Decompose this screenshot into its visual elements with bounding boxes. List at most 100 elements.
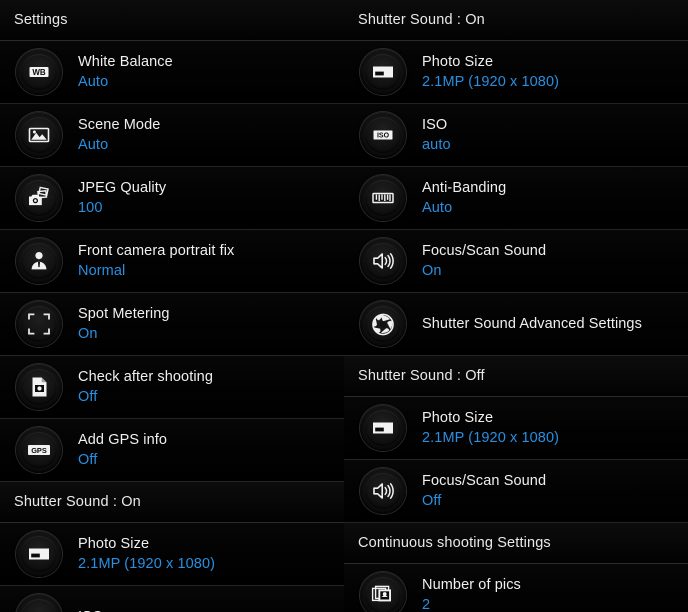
setting-text: Photo Size 2.1MP (1920 x 1080)	[422, 53, 559, 92]
setting-text: Number of pics 2	[422, 576, 521, 612]
icon-knob	[16, 238, 62, 284]
section-settings: Settings	[0, 0, 344, 41]
spot-metering-icon	[26, 311, 52, 337]
icon-knob: WB	[16, 49, 62, 95]
setting-text: Add GPS info Off	[78, 431, 167, 470]
gps-icon: GPS	[26, 437, 52, 463]
setting-row[interactable]: ISO ISO auto	[344, 104, 688, 167]
setting-label: JPEG Quality	[78, 179, 167, 196]
setting-value: On	[78, 325, 98, 342]
setting-label: Scene Mode	[78, 116, 161, 133]
portrait-person-icon	[26, 248, 52, 274]
setting-label: Spot Metering	[78, 305, 170, 322]
setting-row[interactable]: Focus/Scan Sound On	[344, 230, 688, 293]
white-balance-icon: WB	[26, 59, 52, 85]
setting-value: On	[422, 262, 442, 279]
setting-row[interactable]: JPEG Quality 100	[0, 167, 344, 230]
setting-text: Check after shooting Off	[78, 368, 213, 407]
setting-row[interactable]: Spot Metering On	[0, 293, 344, 356]
speaker-icon	[370, 248, 396, 274]
setting-row[interactable]: Shutter Sound Advanced Settings	[344, 293, 688, 356]
setting-value: Off	[422, 492, 442, 509]
number-of-pics-icon	[370, 582, 396, 608]
setting-icon-wrap	[344, 41, 422, 104]
icon-knob	[360, 238, 406, 284]
setting-row[interactable]: Front camera portrait fix Normal	[0, 230, 344, 293]
section-header-label: Settings	[14, 12, 68, 28]
setting-icon-wrap	[0, 167, 78, 230]
setting-icon-wrap	[344, 564, 422, 612]
setting-row[interactable]: Anti-Banding Auto	[344, 167, 688, 230]
setting-icon-wrap	[344, 397, 422, 460]
setting-row[interactable]: WB White Balance Auto	[0, 41, 344, 104]
icon-knob: GPS	[16, 427, 62, 473]
settings-column-right[interactable]: Shutter Sound : On Photo Size 2.1MP (1920 …	[344, 0, 688, 612]
setting-icon-wrap	[344, 167, 422, 230]
icon-knob	[360, 468, 406, 514]
setting-label: Shutter Sound Advanced Settings	[422, 315, 642, 332]
setting-row[interactable]: ISO ISO	[0, 586, 344, 612]
setting-icon-wrap: ISO	[0, 586, 78, 612]
setting-icon-wrap	[344, 460, 422, 523]
setting-value: Auto	[78, 136, 109, 153]
setting-row[interactable]: Focus/Scan Sound Off	[344, 460, 688, 523]
setting-row[interactable]: GPS Add GPS info Off	[0, 419, 344, 482]
setting-value: Auto	[78, 73, 109, 90]
section-header-label: Shutter Sound : Off	[358, 368, 485, 384]
icon-knob	[16, 531, 62, 577]
setting-label: Photo Size	[422, 409, 494, 426]
setting-label: Anti-Banding	[422, 179, 507, 196]
setting-text: Photo Size 2.1MP (1920 x 1080)	[422, 409, 559, 448]
setting-text: White Balance Auto	[78, 53, 173, 92]
anti-banding-icon	[370, 185, 396, 211]
photo-size-icon	[370, 415, 396, 441]
setting-text: Scene Mode Auto	[78, 116, 160, 155]
setting-icon-wrap	[0, 523, 78, 586]
setting-value: 2.1MP (1920 x 1080)	[78, 555, 216, 572]
setting-row[interactable]: Check after shooting Off	[0, 356, 344, 419]
setting-row[interactable]: Scene Mode Auto	[0, 104, 344, 167]
setting-icon-wrap: GPS	[0, 419, 78, 482]
setting-icon-wrap	[0, 104, 78, 167]
setting-label: White Balance	[78, 53, 173, 70]
setting-icon-wrap	[0, 356, 78, 419]
setting-label: Photo Size	[422, 53, 494, 70]
icon-knob: ISO	[16, 594, 62, 612]
setting-value: 100	[78, 199, 103, 216]
icon-knob	[360, 175, 406, 221]
setting-text: Focus/Scan Sound On	[422, 242, 546, 281]
setting-text: Spot Metering On	[78, 305, 170, 344]
check-after-shooting-icon	[26, 374, 52, 400]
scene-mode-icon	[26, 122, 52, 148]
setting-value: Auto	[422, 199, 453, 216]
setting-row[interactable]: Photo Size 2.1MP (1920 x 1080)	[344, 41, 688, 104]
section-shutter-sound-on: Shutter Sound : On	[344, 0, 688, 41]
setting-row[interactable]: Photo Size 2.1MP (1920 x 1080)	[0, 523, 344, 586]
setting-text: Front camera portrait fix Normal	[78, 242, 234, 281]
aperture-icon	[370, 311, 396, 337]
setting-text: Focus/Scan Sound Off	[422, 472, 546, 511]
settings-column-left[interactable]: Settings WB White Balance Auto Scene Mode Aut…	[0, 0, 344, 612]
setting-value: 2.1MP (1920 x 1080)	[422, 429, 560, 446]
setting-text: ISO auto	[422, 116, 451, 155]
setting-label: ISO	[78, 608, 103, 612]
setting-row[interactable]: Number of pics 2	[344, 564, 688, 612]
setting-label: Check after shooting	[78, 368, 213, 385]
icon-knob	[360, 49, 406, 95]
setting-label: Add GPS info	[78, 431, 168, 448]
icon-knob	[360, 405, 406, 451]
setting-label: Photo Size	[78, 535, 150, 552]
setting-value: Off	[78, 451, 98, 468]
svg-text:ISO: ISO	[377, 133, 390, 140]
jpeg-quality-icon	[26, 185, 52, 211]
icon-knob	[16, 112, 62, 158]
setting-value: auto	[422, 136, 451, 153]
photo-size-icon	[370, 59, 396, 85]
setting-value: 2	[422, 596, 431, 612]
icon-knob	[360, 301, 406, 347]
setting-row[interactable]: Photo Size 2.1MP (1920 x 1080)	[344, 397, 688, 460]
setting-value: Off	[78, 388, 98, 405]
setting-icon-wrap	[0, 293, 78, 356]
icon-knob: ISO	[360, 112, 406, 158]
svg-text:WB: WB	[32, 68, 46, 77]
